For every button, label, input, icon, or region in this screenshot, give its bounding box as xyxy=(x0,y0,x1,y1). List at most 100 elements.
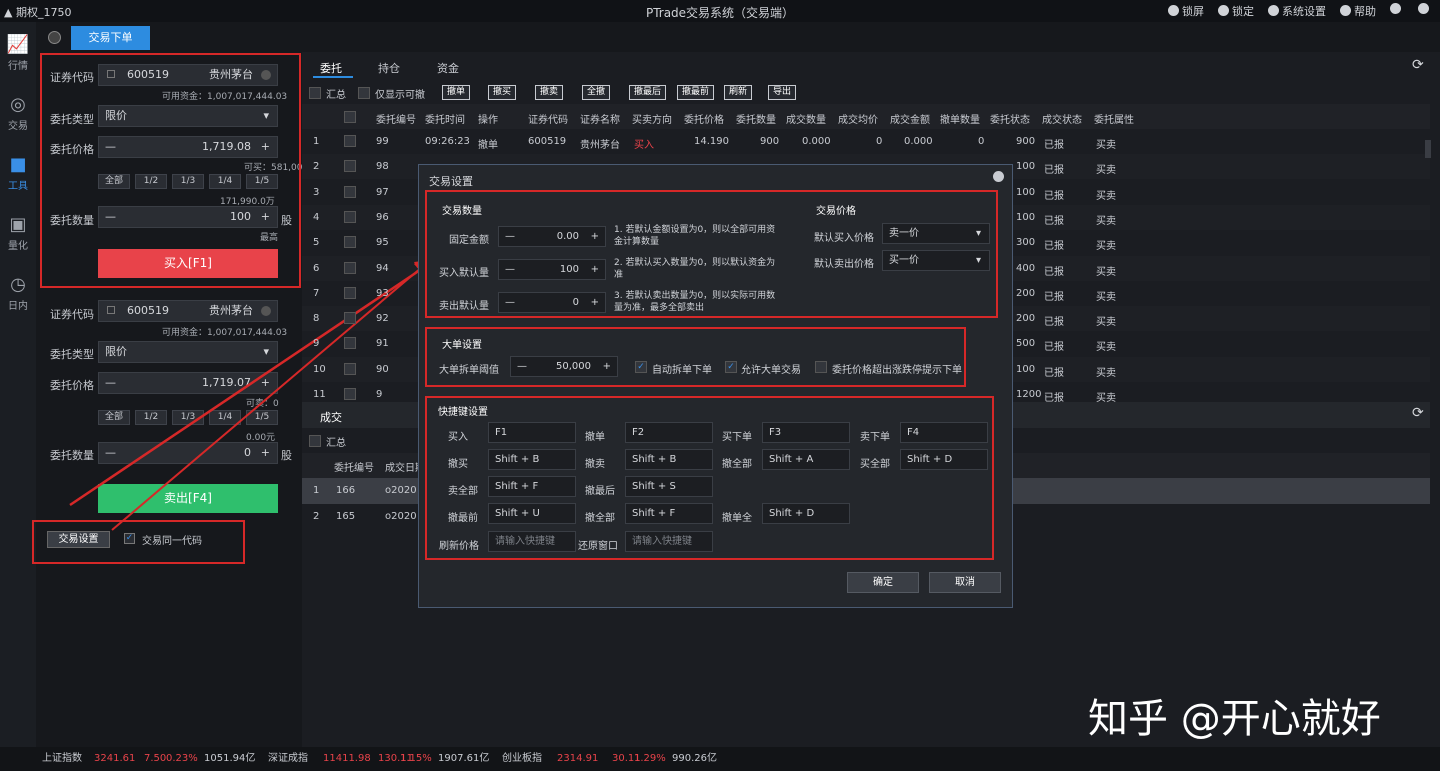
nav-quant[interactable]: ▣ 量化 xyxy=(0,208,36,264)
hotkey-input[interactable]: Shift + B xyxy=(488,449,576,470)
hotkey-input[interactable]: Shift + D xyxy=(900,449,988,470)
auto-split-checkbox[interactable]: ✓ xyxy=(635,361,647,373)
minus-icon[interactable]: — xyxy=(505,231,515,242)
sell-default-stepper[interactable]: — 0 + xyxy=(498,292,606,313)
minus-icon[interactable]: — xyxy=(105,140,116,153)
toolbar-refresh[interactable]: 刷新 xyxy=(724,85,753,100)
sell-type-select[interactable]: 限价 ▾ xyxy=(98,341,278,363)
summary-checkbox[interactable] xyxy=(309,87,321,99)
minus-icon[interactable]: — xyxy=(105,210,116,223)
cell-op[interactable]: 撤单 xyxy=(478,136,498,151)
row-checkbox[interactable] xyxy=(344,185,356,198)
row-checkbox[interactable] xyxy=(344,160,356,173)
table-row[interactable] xyxy=(302,129,1430,154)
hotkey-input[interactable]: Shift + U xyxy=(488,503,576,524)
row-checkbox[interactable] xyxy=(344,286,356,299)
help-button[interactable]: 帮助 xyxy=(1340,3,1376,19)
tab-funds[interactable]: 资金 xyxy=(437,60,459,76)
nav-tools[interactable]: ■ 工具 xyxy=(0,148,36,204)
minus-icon[interactable]: — xyxy=(105,446,116,459)
lock-button[interactable]: 锁定 xyxy=(1218,3,1254,19)
buy-price-select[interactable]: 卖一价 ▾ xyxy=(882,223,990,244)
nav-intraday[interactable]: ◷ 日内 xyxy=(0,268,36,324)
plus-icon[interactable]: + xyxy=(261,137,270,157)
hotkey-input[interactable]: Shift + B xyxy=(625,449,713,470)
same-code-checkbox[interactable]: ✓ xyxy=(124,533,135,544)
buy-code-checkbox[interactable] xyxy=(107,70,115,78)
sell-frac-third[interactable]: 1/3 xyxy=(172,410,204,425)
row-checkbox[interactable] xyxy=(344,261,356,274)
deal-summary-checkbox[interactable] xyxy=(309,435,321,447)
buy-frac-third[interactable]: 1/3 xyxy=(172,174,204,189)
buy-qty-stepper[interactable]: — 100 + xyxy=(98,206,278,228)
toolbar-cancel-all[interactable]: 全撤 xyxy=(582,85,611,100)
lock-screen-button[interactable]: 锁屏 xyxy=(1168,3,1204,19)
row-checkbox[interactable] xyxy=(344,236,356,249)
hotkey-input[interactable]: F2 xyxy=(625,422,713,443)
allow-big-checkbox[interactable]: ✓ xyxy=(725,361,737,373)
buy-default-stepper[interactable]: — 100 + xyxy=(498,259,606,280)
buy-button[interactable]: 买入[F1] xyxy=(98,249,278,278)
deals-refresh-icon[interactable]: ⟳ xyxy=(1412,405,1424,421)
clear-icon[interactable] xyxy=(261,70,271,80)
sell-button[interactable]: 卖出[F4] xyxy=(98,484,278,513)
sell-frac-fifth[interactable]: 1/5 xyxy=(246,410,278,425)
hotkey-input[interactable]: F1 xyxy=(488,422,576,443)
hotkey-restore-input[interactable]: 请输入快捷键 xyxy=(625,531,713,552)
only-cancel-checkbox[interactable] xyxy=(358,87,370,99)
buy-frac-quarter[interactable]: 1/4 xyxy=(209,174,241,189)
bigorder-stepper[interactable]: — 50,000 + xyxy=(510,356,618,377)
buy-type-select[interactable]: 限价 ▾ xyxy=(98,105,278,127)
tab-deals[interactable]: 成交 xyxy=(320,409,342,425)
sell-code-checkbox[interactable] xyxy=(107,306,115,314)
buy-frac-half[interactable]: 1/2 xyxy=(135,174,167,189)
limit-warn-checkbox[interactable] xyxy=(815,361,827,373)
clear-icon[interactable] xyxy=(261,306,271,316)
cancel-button[interactable]: 取消 xyxy=(929,572,1001,593)
close-window-button[interactable] xyxy=(1418,3,1432,19)
ok-button[interactable]: 确定 xyxy=(847,572,919,593)
minimize-button[interactable] xyxy=(1390,3,1404,19)
row-checkbox[interactable] xyxy=(344,312,356,325)
hotkey-input[interactable]: Shift + F xyxy=(625,503,713,524)
refresh-icon[interactable]: ⟳ xyxy=(1412,57,1424,73)
orders-scrollbar[interactable] xyxy=(1425,140,1431,158)
buy-frac-fifth[interactable]: 1/5 xyxy=(246,174,278,189)
plus-icon[interactable]: + xyxy=(603,357,611,376)
toolbar-cancel[interactable]: 撤单 xyxy=(442,85,471,100)
row-checkbox[interactable] xyxy=(344,388,356,400)
plus-icon[interactable]: + xyxy=(261,207,270,227)
sell-frac-half[interactable]: 1/2 xyxy=(135,410,167,425)
row-checkbox[interactable] xyxy=(344,135,356,147)
plus-icon[interactable]: + xyxy=(261,373,270,393)
toolbar-export[interactable]: 导出 xyxy=(768,85,797,100)
sell-frac-quarter[interactable]: 1/4 xyxy=(209,410,241,425)
toolbar-cancel-first[interactable]: 撤最前 xyxy=(677,85,715,100)
sell-frac-all[interactable]: 全部 xyxy=(98,410,130,425)
minus-icon[interactable]: — xyxy=(505,264,515,275)
sell-qty-stepper[interactable]: — 0 + xyxy=(98,442,278,464)
row-checkbox[interactable] xyxy=(344,337,356,350)
tab-orders[interactable]: 委托 xyxy=(320,60,342,76)
fixed-amount-stepper[interactable]: — 0.00 + xyxy=(498,226,606,247)
hotkey-input[interactable]: F4 xyxy=(900,422,988,443)
toolbar-cancel-buy[interactable]: 撤买 xyxy=(488,85,517,100)
trade-settings-button[interactable]: 交易设置 xyxy=(47,531,110,548)
toolbar-cancel-sell[interactable]: 撤卖 xyxy=(535,85,564,100)
hotkey-input[interactable]: F3 xyxy=(762,422,850,443)
buy-code-input[interactable]: 600519 贵州茅台 xyxy=(98,64,278,86)
sell-price-stepper[interactable]: — 1,719.07 + xyxy=(98,372,278,394)
minus-icon[interactable]: — xyxy=(105,376,116,389)
plus-icon[interactable]: + xyxy=(591,293,599,312)
minus-icon[interactable]: — xyxy=(505,297,515,308)
hotkey-input[interactable]: Shift + A xyxy=(762,449,850,470)
buy-frac-all[interactable]: 全部 xyxy=(98,174,130,189)
select-all-checkbox[interactable] xyxy=(344,111,356,123)
hotkey-input[interactable]: Shift + F xyxy=(488,476,576,497)
order-tab[interactable]: 交易下单 xyxy=(71,26,150,50)
row-checkbox[interactable] xyxy=(344,210,356,223)
plus-icon[interactable]: + xyxy=(591,260,599,279)
hotkey-input[interactable]: Shift + D xyxy=(762,503,850,524)
plus-icon[interactable]: + xyxy=(261,443,270,463)
tab-positions[interactable]: 持仓 xyxy=(378,60,400,76)
